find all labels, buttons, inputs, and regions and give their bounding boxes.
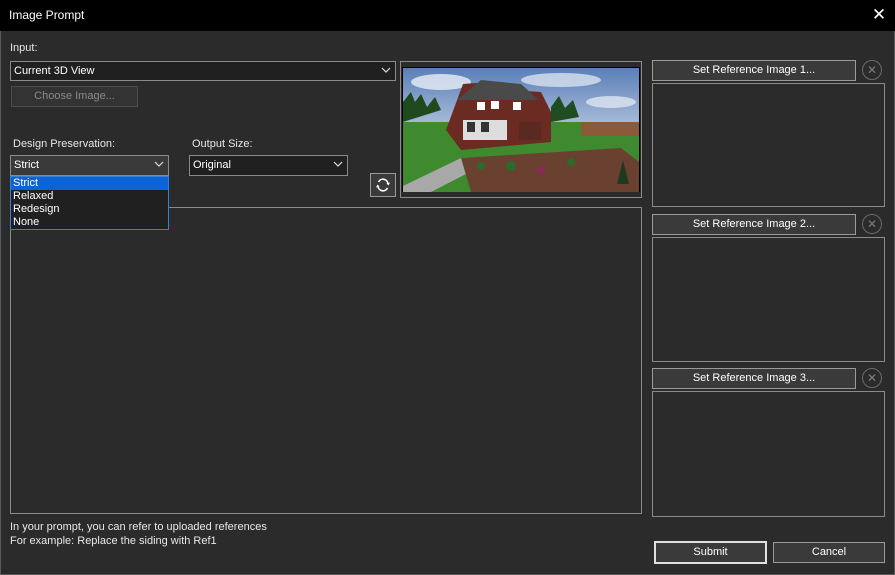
set-reference-image-2-button[interactable]: Set Reference Image 2... bbox=[652, 214, 856, 235]
set-reference-image-1-button[interactable]: Set Reference Image 1... bbox=[652, 60, 856, 81]
reference-image-2-preview bbox=[652, 237, 885, 362]
input-select-value: Current 3D View bbox=[14, 65, 95, 77]
dropdown-option-none[interactable]: None bbox=[11, 216, 168, 229]
refresh-button[interactable] bbox=[370, 173, 396, 197]
hint-line-1: In your prompt, you can refer to uploade… bbox=[10, 521, 267, 533]
output-size-value: Original bbox=[193, 159, 231, 171]
dropdown-option-strict[interactable]: Strict bbox=[11, 177, 168, 190]
dropdown-option-relaxed[interactable]: Relaxed bbox=[11, 190, 168, 203]
reference-image-3-preview bbox=[652, 391, 885, 517]
clear-reference-2-icon[interactable]: ✕ bbox=[862, 214, 882, 234]
refresh-icon bbox=[376, 178, 390, 192]
close-icon[interactable]: ✕ bbox=[868, 4, 890, 26]
preview-frame bbox=[400, 61, 642, 198]
reference-image-1-preview bbox=[652, 83, 885, 207]
dropdown-option-redesign[interactable]: Redesign bbox=[11, 203, 168, 216]
submit-button[interactable]: Submit bbox=[654, 541, 767, 564]
design-preservation-select[interactable]: Strict bbox=[10, 155, 169, 176]
prompt-textarea[interactable] bbox=[10, 207, 642, 514]
output-size-label: Output Size: bbox=[192, 138, 253, 150]
chevron-down-icon bbox=[381, 67, 391, 73]
clear-reference-3-icon[interactable]: ✕ bbox=[862, 368, 882, 388]
window-title: Image Prompt bbox=[9, 8, 85, 22]
cancel-button[interactable]: Cancel bbox=[773, 542, 885, 563]
choose-image-button[interactable]: Choose Image... bbox=[11, 86, 138, 107]
clear-reference-1-icon[interactable]: ✕ bbox=[862, 60, 882, 80]
title-bar bbox=[0, 0, 895, 31]
chevron-down-icon bbox=[154, 161, 164, 167]
output-size-select[interactable]: Original bbox=[189, 155, 348, 176]
input-label: Input: bbox=[10, 42, 38, 54]
house-preview-image bbox=[402, 67, 640, 192]
design-preservation-label: Design Preservation: bbox=[13, 138, 116, 150]
chevron-down-icon bbox=[333, 161, 343, 167]
set-reference-image-3-button[interactable]: Set Reference Image 3... bbox=[652, 368, 856, 389]
design-preservation-value: Strict bbox=[14, 159, 40, 171]
design-preservation-dropdown: Strict Relaxed Redesign None bbox=[10, 176, 169, 230]
input-select[interactable]: Current 3D View bbox=[10, 61, 396, 81]
hint-line-2: For example: Replace the siding with Ref… bbox=[10, 535, 217, 547]
